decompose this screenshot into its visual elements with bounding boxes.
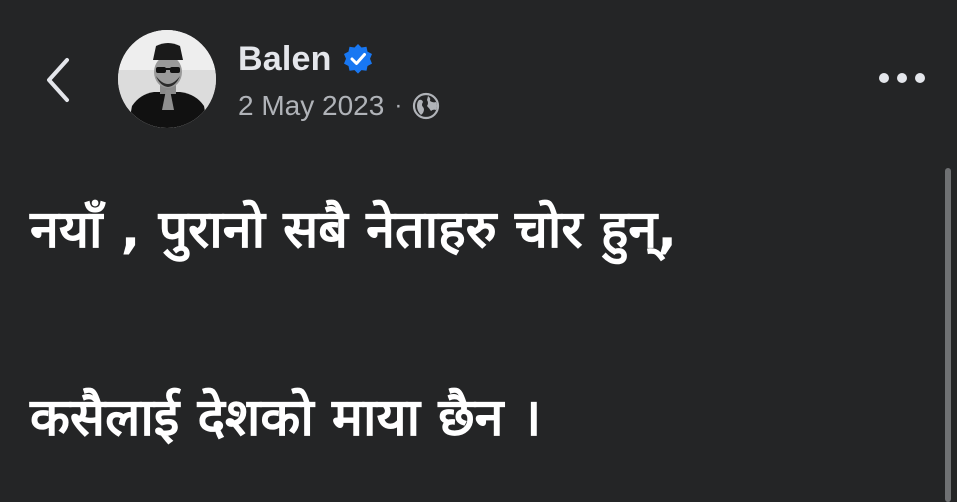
post-page: Balen 2 May 2023 · नयाँ , पुरानो सबै नेत… xyxy=(0,0,957,502)
verified-badge-icon xyxy=(342,43,374,75)
post-meta: 2 May 2023 · xyxy=(238,86,440,126)
back-button[interactable] xyxy=(30,48,86,112)
post-header: Balen 2 May 2023 · xyxy=(238,36,440,126)
meta-separator: · xyxy=(394,92,403,119)
more-options-button[interactable] xyxy=(872,60,932,96)
more-horizontal-icon xyxy=(879,73,925,83)
author-row: Balen xyxy=(238,36,440,82)
profile-photo xyxy=(118,30,216,128)
author-name[interactable]: Balen xyxy=(238,40,332,79)
post-text-line: कसैलाई देशको माया छैन । xyxy=(30,388,542,448)
post-date[interactable]: 2 May 2023 xyxy=(238,90,384,122)
post-text-line: नयाँ , पुरानो सबै नेताहरु चोर हुन्, xyxy=(30,200,677,260)
globe-icon xyxy=(412,92,440,120)
avatar[interactable] xyxy=(118,30,216,128)
post-text: नयाँ , पुरानो सबै नेताहरु चोर हुन्, कसैल… xyxy=(30,188,910,460)
scrollbar[interactable] xyxy=(945,168,951,502)
chevron-left-icon xyxy=(47,58,69,102)
